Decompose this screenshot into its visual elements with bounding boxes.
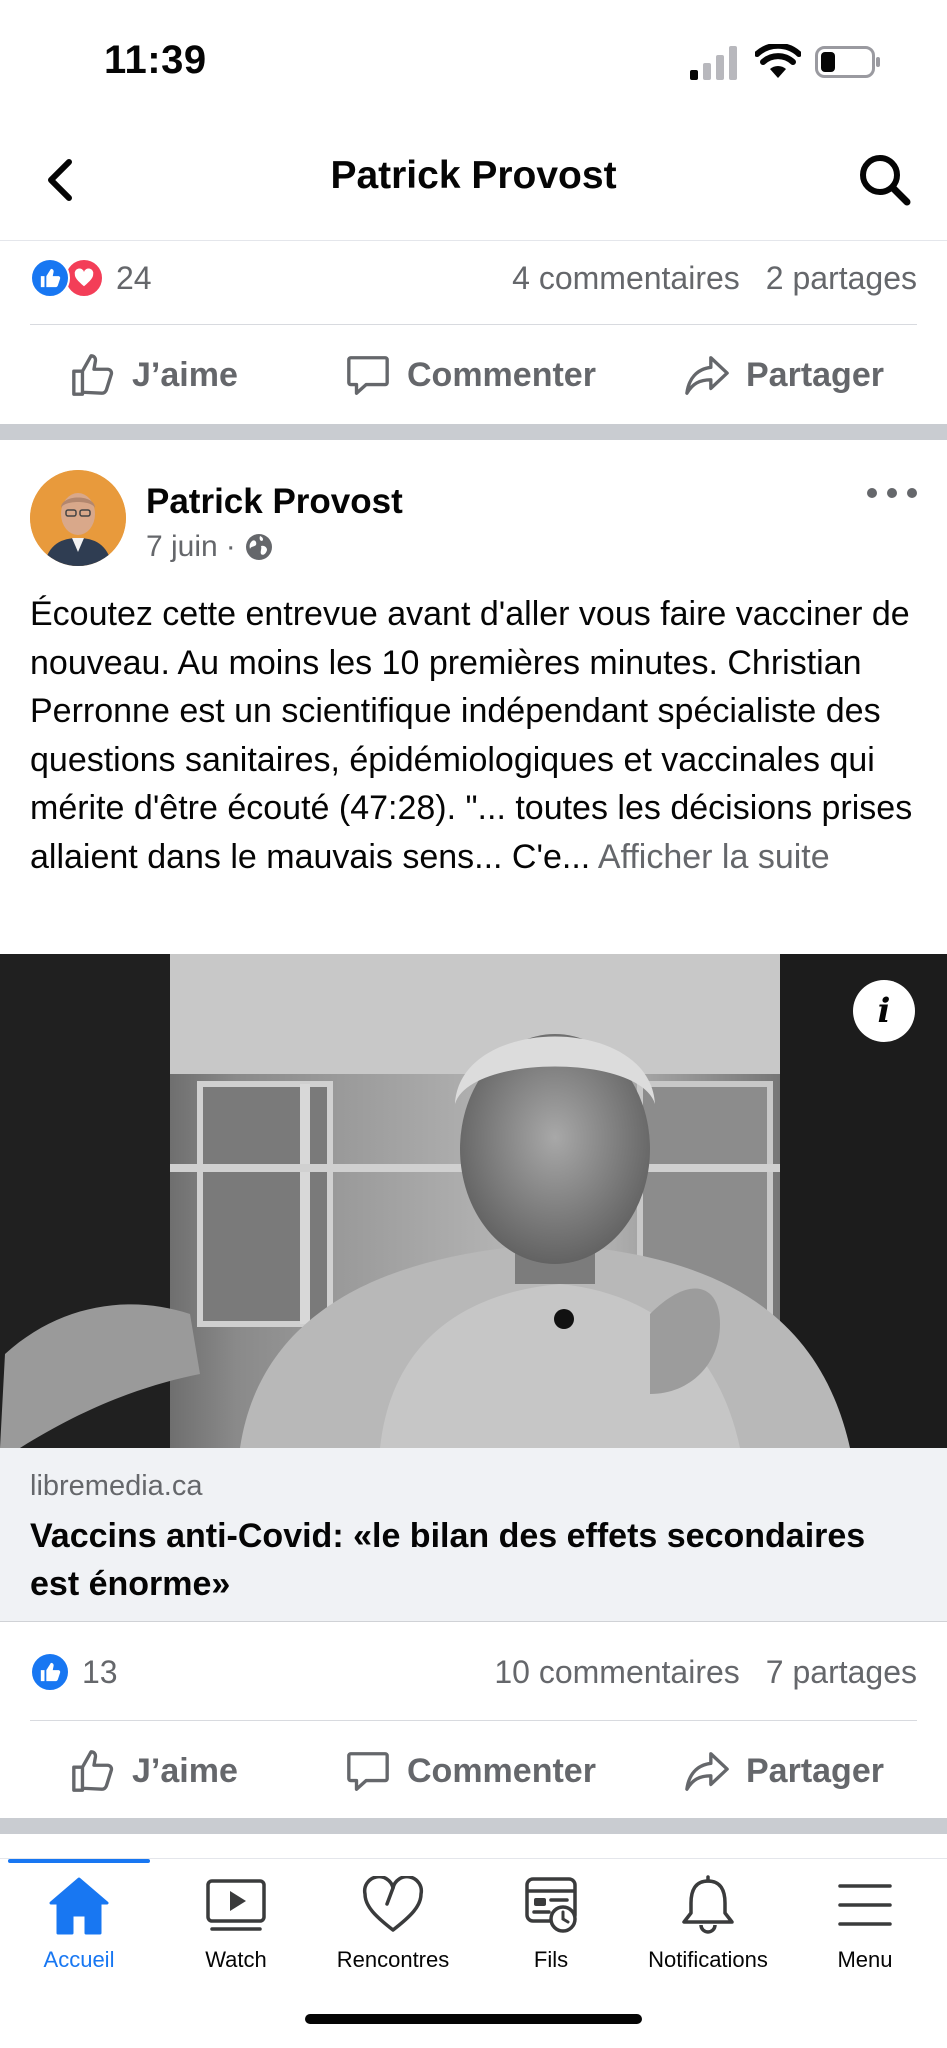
post-actions: J’aime Commenter Partager <box>0 1726 947 1816</box>
tab-menu[interactable]: Menu <box>786 1873 944 1983</box>
like-button[interactable]: J’aime <box>70 352 238 398</box>
tab-notifications[interactable]: Notifications <box>629 1873 787 1983</box>
shares-count[interactable]: 7 partages <box>766 1654 917 1691</box>
meta-separator: · <box>225 530 236 563</box>
thumbs-up-icon <box>72 1750 114 1792</box>
home-indicator[interactable] <box>305 2014 642 2024</box>
comment-icon <box>347 1752 389 1791</box>
prev-post-actions: J’aime Commenter Partager <box>0 330 947 420</box>
post-body: Écoutez cette entrevue avant d'aller vou… <box>30 595 913 876</box>
thumbs-up-icon <box>72 354 114 396</box>
nav-divider <box>0 240 947 241</box>
tab-feeds-label: Fils <box>533 1947 569 1972</box>
tab-watch[interactable]: Watch <box>157 1873 315 1983</box>
post-meta: 7 juin · <box>146 530 274 564</box>
see-more-link[interactable]: Afficher la suite <box>598 838 830 876</box>
post-header: Patrick Provost 7 juin · <box>30 470 917 570</box>
post-date[interactable]: 7 juin <box>146 530 218 564</box>
tab-home-label: Accueil <box>43 1947 115 1972</box>
home-icon <box>49 1877 109 1935</box>
status-time: 11:39 <box>104 38 207 82</box>
comment-button[interactable]: Commenter <box>345 1748 596 1794</box>
reaction-summary[interactable]: 13 <box>30 1652 118 1692</box>
post-separator <box>0 424 947 440</box>
like-reaction-icon <box>30 258 70 298</box>
info-button[interactable]: i <box>853 980 915 1042</box>
page-title: Patrick Provost <box>330 154 617 197</box>
stats-divider <box>30 324 917 325</box>
tab-notifications-label: Notifications <box>648 1947 768 1972</box>
active-tab-indicator <box>8 1859 150 1863</box>
search-icon <box>860 155 911 206</box>
dot <box>867 488 877 498</box>
link-domain: libremedia.ca <box>30 1470 203 1502</box>
tab-dating-label: Rencontres <box>336 1947 450 1972</box>
cellular-signal-icon <box>690 46 737 80</box>
tab-feeds[interactable]: Fils <box>472 1873 630 1983</box>
heart-icon <box>362 1876 424 1932</box>
link-preview-image[interactable] <box>0 954 947 1448</box>
dot <box>887 488 897 498</box>
search-button[interactable] <box>855 150 915 210</box>
more-options-button[interactable] <box>867 478 917 508</box>
shares-count[interactable]: 2 partages <box>766 260 917 297</box>
tab-menu-label: Menu <box>837 1947 893 1972</box>
share-button[interactable]: Partager <box>684 1748 884 1794</box>
avatar[interactable] <box>30 470 126 566</box>
link-title: Vaccins anti-Covid: «le bilan des effets… <box>30 1517 866 1603</box>
post-text: Écoutez cette entrevue avant d'aller vou… <box>30 590 920 881</box>
comments-count[interactable]: 10 commentaires <box>494 1654 739 1691</box>
dot <box>907 488 917 498</box>
tab-watch-label: Watch <box>205 1947 267 1972</box>
battery-icon <box>815 46 880 78</box>
link-preview-card[interactable]: libremedia.ca Vaccins anti-Covid: «le bi… <box>0 1448 947 1622</box>
nav-bar: Patrick Provost <box>0 130 947 230</box>
watch-icon <box>206 1879 266 1931</box>
comment-label: Commenter <box>407 1751 596 1790</box>
like-button[interactable]: J’aime <box>70 1748 238 1794</box>
wifi-icon <box>755 44 801 78</box>
info-icon: i <box>877 991 891 1031</box>
like-reaction-icon <box>30 1652 70 1692</box>
comment-label: Commenter <box>407 355 596 394</box>
comment-button[interactable]: Commenter <box>345 352 596 398</box>
share-label: Partager <box>746 355 884 394</box>
comments-count[interactable]: 4 commentaires <box>512 260 740 297</box>
prev-post-stats: 24 4 commentaires 2 partages <box>30 248 917 308</box>
stats-divider <box>30 1720 917 1721</box>
like-label: J’aime <box>132 1751 238 1790</box>
love-reaction-icon <box>64 258 104 298</box>
menu-icon <box>838 1884 892 1926</box>
post-stats: 13 10 commentaires 7 partages <box>30 1642 917 1702</box>
status-bar: 11:39 <box>0 0 947 120</box>
reaction-count: 24 <box>116 259 152 296</box>
share-button[interactable]: Partager <box>684 352 884 398</box>
globe-icon <box>245 534 272 560</box>
reaction-summary[interactable]: 24 <box>30 258 152 298</box>
tab-dating[interactable]: Rencontres <box>314 1873 472 1983</box>
share-icon <box>685 1752 729 1791</box>
feeds-icon <box>525 1877 577 1933</box>
reaction-count: 13 <box>82 1653 118 1690</box>
comment-icon <box>347 356 389 395</box>
share-label: Partager <box>746 1751 884 1790</box>
tab-home[interactable]: Accueil <box>0 1873 158 1983</box>
author-name[interactable]: Patrick Provost <box>146 482 403 522</box>
bell-icon <box>682 1875 734 1934</box>
like-label: J’aime <box>132 355 238 394</box>
post-separator <box>0 1818 947 1834</box>
share-icon <box>685 356 729 395</box>
